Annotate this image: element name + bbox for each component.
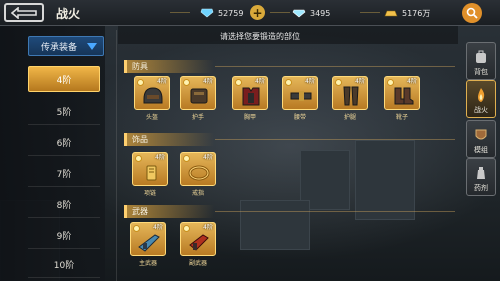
slot-frame: 4阶 bbox=[132, 152, 168, 186]
tab-module[interactable]: 模组 bbox=[466, 120, 496, 158]
potion-icon bbox=[477, 167, 485, 179]
gem-counter: 3495 bbox=[292, 5, 330, 21]
tab-backpack[interactable]: 背包 bbox=[466, 42, 496, 80]
slot-frame: 4阶 bbox=[130, 222, 166, 256]
search-icon bbox=[466, 7, 478, 19]
tier-item-5[interactable]: 5阶 bbox=[28, 99, 100, 125]
module-icon bbox=[475, 129, 487, 140]
tier-item-label: 10阶 bbox=[53, 261, 75, 271]
slot-frame: 4阶 bbox=[180, 152, 216, 186]
equip-slot-chest[interactable]: 4阶 胸甲 bbox=[232, 76, 268, 124]
tier-item-label: 6阶 bbox=[56, 139, 72, 149]
item-name: 副武器 bbox=[188, 260, 207, 267]
back-button[interactable] bbox=[4, 3, 44, 22]
forge-prompt: 请选择您要锻造的部位 bbox=[220, 32, 300, 41]
item-name: 胸甲 bbox=[243, 114, 256, 121]
equip-slot-legguard[interactable]: 4阶 护腿 bbox=[332, 76, 368, 124]
tier-item-label: 9阶 bbox=[56, 232, 72, 242]
tab-label: 背包 bbox=[474, 68, 488, 76]
tier-item-label: 8阶 bbox=[56, 201, 72, 211]
equip-slot-gauntlet[interactable]: 4阶 护手 bbox=[180, 76, 216, 124]
slot-frame: 4阶 bbox=[180, 76, 216, 110]
tier-item-10[interactable]: 10阶 bbox=[28, 252, 100, 278]
equip-slot-boots[interactable]: 4阶 靴子 bbox=[384, 76, 420, 124]
flame-icon bbox=[478, 88, 485, 102]
tab-war-fire[interactable]: 战火 bbox=[466, 80, 496, 118]
gold-amount: 5176万 bbox=[402, 8, 431, 18]
dropdown-caret-icon bbox=[87, 43, 97, 50]
tier-filter-label: 传承装备 bbox=[41, 42, 78, 53]
diamond-amount: 52759 bbox=[218, 8, 244, 18]
diamond-counter: 52759 bbox=[200, 5, 243, 21]
section-divider bbox=[215, 66, 455, 67]
item-name: 项链 bbox=[143, 190, 156, 197]
diamond-icon bbox=[200, 8, 214, 18]
tier-item-label: 4阶 bbox=[56, 75, 72, 86]
item-name: 主武器 bbox=[138, 260, 157, 267]
boots-icon bbox=[394, 87, 414, 105]
helmet-icon bbox=[143, 87, 163, 104]
equip-slot-helmet[interactable]: 4阶 头盔 bbox=[134, 76, 170, 124]
gauntlet-icon bbox=[190, 88, 208, 104]
slot-frame: 4阶 bbox=[232, 76, 268, 110]
backpack-icon bbox=[476, 50, 486, 63]
section-label-accessory: 饰品 bbox=[124, 133, 214, 146]
tier-item-7[interactable]: 7阶 bbox=[28, 161, 100, 187]
equip-slot-belt[interactable]: 4阶 腰带 bbox=[282, 76, 318, 124]
gold-counter: 5176万 bbox=[384, 5, 430, 21]
rifle-icon bbox=[138, 234, 160, 252]
equip-slot-ring[interactable]: 4阶 戒指 bbox=[180, 152, 216, 200]
item-name: 靴子 bbox=[395, 114, 408, 121]
leg-guard-icon bbox=[343, 86, 359, 106]
item-name: 戒指 bbox=[191, 190, 204, 197]
section-label-weapon: 武器 bbox=[124, 205, 214, 218]
pistol-icon bbox=[189, 234, 209, 251]
top-bar: 战火 52759 + 3495 5176万 bbox=[0, 0, 500, 26]
back-arrow-icon bbox=[11, 6, 37, 19]
chest-armor-icon bbox=[242, 87, 260, 106]
tab-label: 药剂 bbox=[474, 184, 488, 192]
gold-bar-icon bbox=[384, 10, 398, 17]
tier-item-label: 5阶 bbox=[56, 108, 72, 118]
slot-frame: 4阶 bbox=[384, 76, 420, 110]
equip-slot-necklace[interactable]: 4阶 项链 bbox=[132, 152, 168, 200]
tier-filter-dropdown[interactable]: 传承装备 bbox=[28, 36, 104, 56]
item-name: 腰带 bbox=[293, 114, 306, 121]
add-currency-button[interactable]: + bbox=[250, 5, 265, 20]
tier-item-4[interactable]: 4阶 bbox=[28, 66, 100, 92]
section-label-armor: 防具 bbox=[124, 60, 214, 73]
equip-slot-main-weapon[interactable]: 4阶 主武器 bbox=[130, 222, 166, 270]
tier-item-6[interactable]: 6阶 bbox=[28, 130, 100, 156]
slot-frame: 4阶 bbox=[134, 76, 170, 110]
necklace-icon bbox=[146, 165, 157, 181]
item-name: 护腿 bbox=[343, 114, 356, 121]
page-title: 战火 bbox=[56, 7, 81, 21]
tier-item-label: 7阶 bbox=[56, 170, 72, 180]
gem-amount: 3495 bbox=[310, 8, 331, 18]
section-divider bbox=[215, 139, 455, 140]
slot-frame: 4阶 bbox=[332, 76, 368, 110]
tab-label: 模组 bbox=[474, 146, 488, 154]
tab-potion[interactable]: 药剂 bbox=[466, 158, 496, 196]
equip-slot-sub-weapon[interactable]: 4阶 副武器 bbox=[180, 222, 216, 270]
item-name: 头盔 bbox=[145, 114, 158, 121]
item-name: 护手 bbox=[191, 114, 204, 121]
ring-icon bbox=[188, 165, 210, 181]
blue-gem-icon bbox=[292, 9, 306, 18]
slot-frame: 4阶 bbox=[180, 222, 216, 256]
tab-label: 战火 bbox=[474, 106, 488, 114]
tier-item-8[interactable]: 8阶 bbox=[28, 192, 100, 218]
tier-item-9[interactable]: 9阶 bbox=[28, 223, 100, 249]
search-button[interactable] bbox=[462, 3, 482, 23]
slot-frame: 4阶 bbox=[282, 76, 318, 110]
section-divider bbox=[215, 211, 455, 212]
belt-icon bbox=[290, 91, 312, 101]
